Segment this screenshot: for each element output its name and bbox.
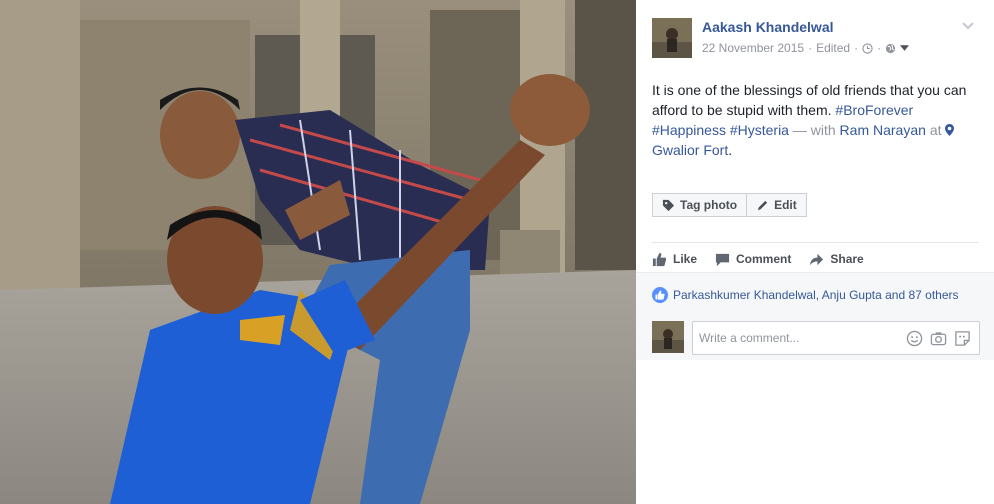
post-meta: 22 November 2015 · Edited · · [702, 41, 910, 55]
comment-input-icons [906, 330, 971, 347]
comment-button[interactable]: Comment [715, 250, 791, 268]
comment-icon [715, 253, 730, 266]
share-button[interactable]: Share [809, 250, 864, 268]
location-link[interactable]: Gwalior Fort [652, 142, 728, 158]
photo-actions: Tag photo Edit [652, 193, 807, 217]
comment-input[interactable]: Write a comment... [692, 321, 980, 355]
pencil-icon [757, 200, 768, 210]
viewer-avatar [652, 321, 684, 353]
post-text: It is one of the blessings of old friend… [652, 80, 982, 160]
hashtag-hysteria[interactable]: #Hysteria [730, 122, 789, 138]
audience-caret-icon[interactable] [900, 45, 910, 51]
post-header: Aakash Khandelwal 22 November 2015 · Edi… [652, 18, 982, 58]
like-button[interactable]: Like [652, 250, 697, 268]
camera-icon[interactable] [930, 330, 947, 347]
tag-photo-button[interactable]: Tag photo [652, 193, 748, 217]
thumbs-up-icon [652, 252, 667, 266]
post-actions: Like Comment Share [652, 250, 864, 268]
photo-illustration [0, 0, 636, 504]
divider [652, 242, 979, 243]
globe-icon[interactable] [885, 43, 896, 54]
share-arrow-icon [810, 253, 824, 265]
post-text-main: It is one of the blessings of old friend… [652, 82, 967, 118]
comment-label: Comment [736, 252, 792, 266]
at-label: at [929, 122, 942, 138]
sticker-icon[interactable] [954, 330, 971, 347]
like-reaction-icon [652, 287, 668, 303]
with-label: — with [792, 122, 836, 138]
meta-separator-3: · [877, 41, 882, 55]
edited-label[interactable]: Edited [816, 41, 850, 55]
likes-summary-text: Parkashkumer Khandelwal, Anju Gupta and … [673, 288, 959, 302]
edit-photo-button[interactable]: Edit [747, 193, 807, 217]
location-pin-icon [945, 124, 955, 136]
post-photo[interactable] [0, 0, 636, 504]
share-label: Share [830, 252, 864, 266]
tagged-person-link[interactable]: Ram Narayan [840, 122, 926, 138]
hashtag-happiness[interactable]: #Happiness [652, 122, 726, 138]
reactions-section: Parkashkumer Khandelwal, Anju Gupta and … [636, 272, 994, 360]
emoji-icon[interactable] [906, 330, 923, 347]
hashtag-broforever[interactable]: #BroForever [835, 102, 913, 118]
clock-icon [862, 42, 873, 54]
meta-separator-2: · [854, 41, 859, 55]
tag-photo-label: Tag photo [680, 198, 738, 212]
comment-composer: Write a comment... [652, 321, 980, 355]
location-suffix: . [728, 142, 733, 158]
like-label: Like [673, 252, 698, 266]
likes-summary[interactable]: Parkashkumer Khandelwal, Anju Gupta and … [652, 287, 959, 303]
tag-icon [662, 199, 675, 211]
author-name-link[interactable]: Aakash Khandelwal [702, 19, 834, 35]
edit-label: Edit [774, 198, 797, 212]
comment-placeholder: Write a comment... [699, 331, 800, 345]
meta-separator: · [808, 41, 813, 55]
chevron-down-icon[interactable] [962, 21, 974, 31]
post-date[interactable]: 22 November 2015 [702, 41, 804, 55]
author-avatar[interactable] [652, 18, 692, 58]
post-side-panel: Aakash Khandelwal 22 November 2015 · Edi… [636, 0, 994, 504]
